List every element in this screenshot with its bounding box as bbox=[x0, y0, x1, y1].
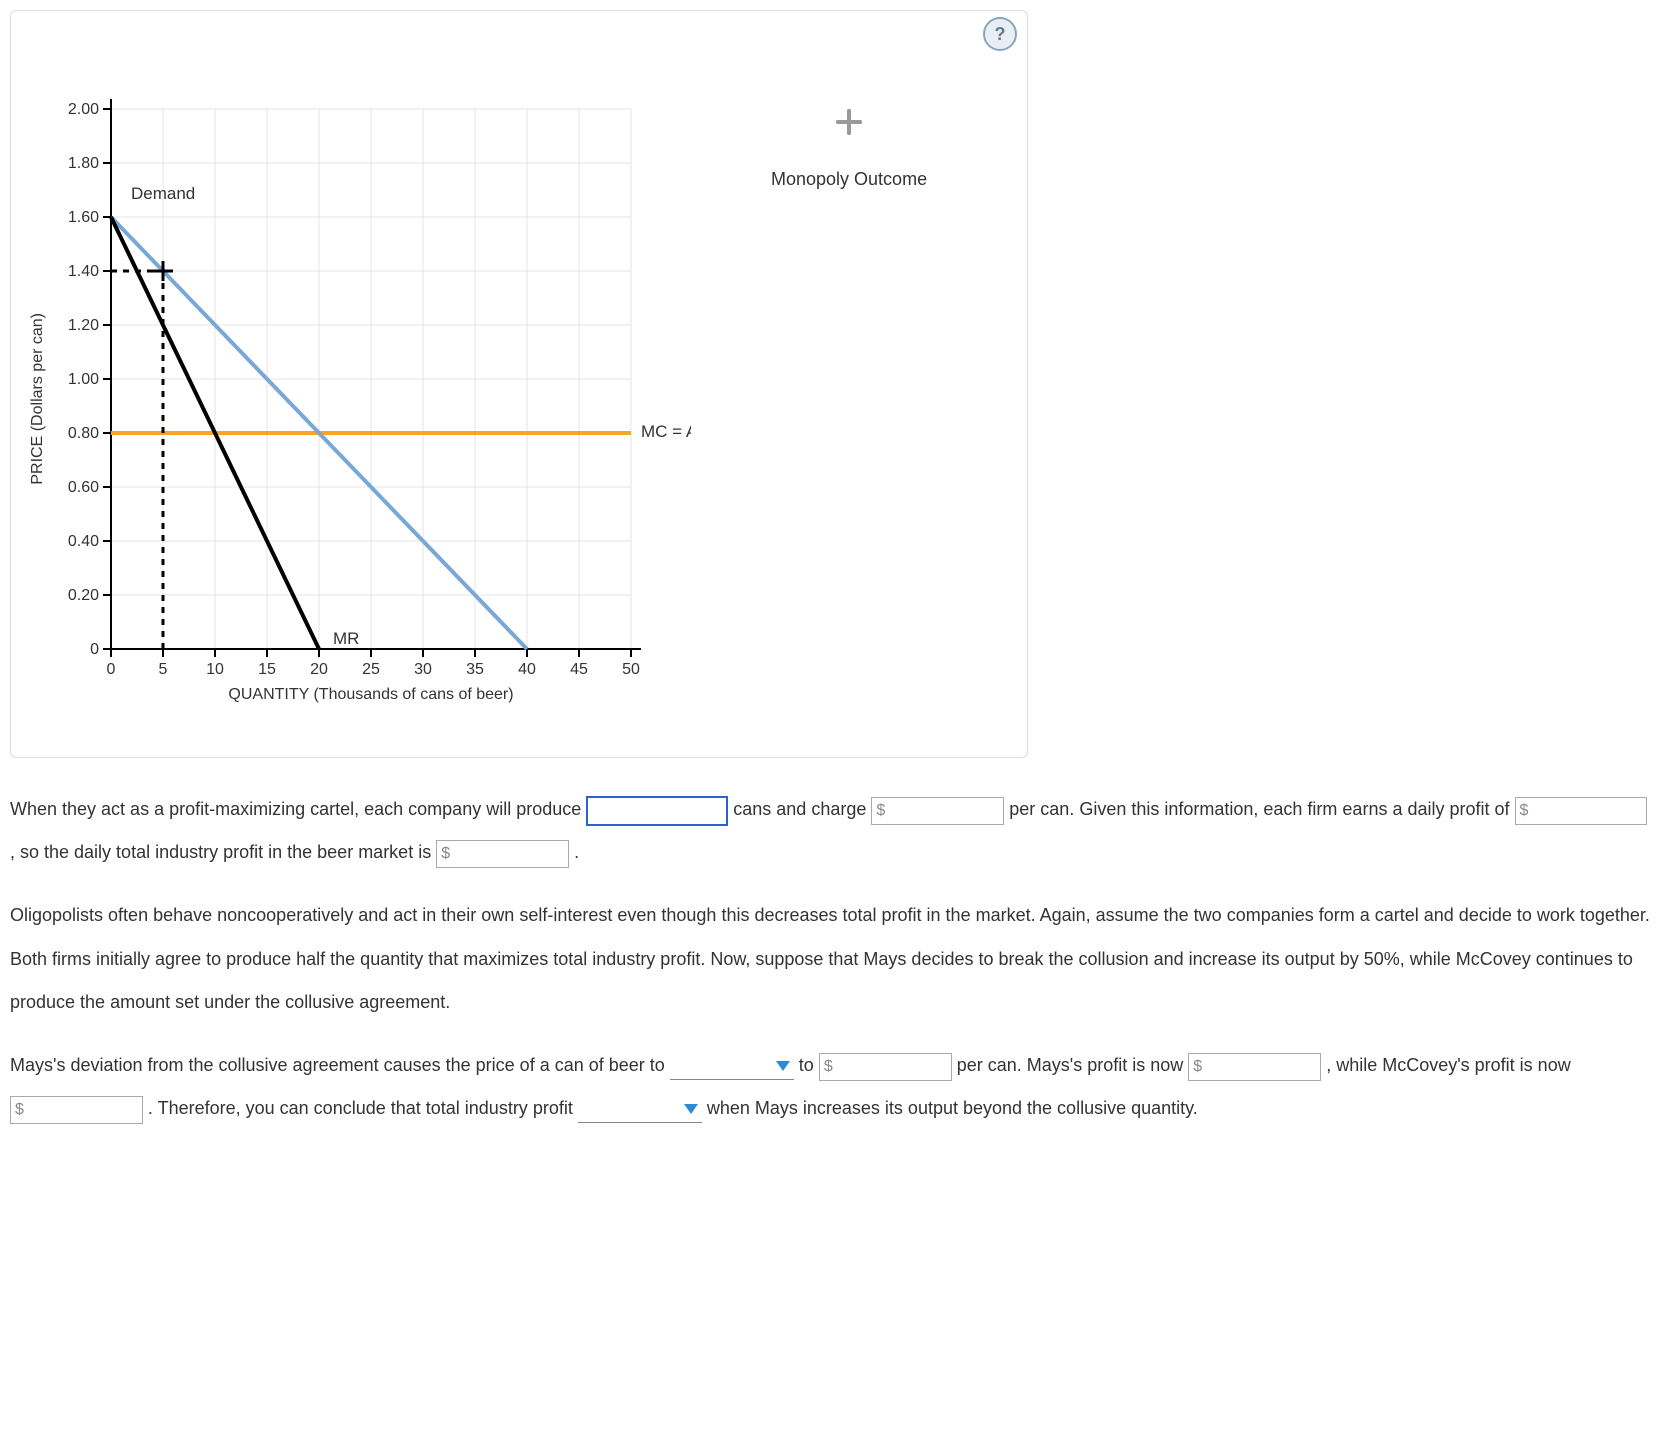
legend: Monopoly Outcome bbox=[771, 109, 927, 190]
x-axis-label: QUANTITY (Thousands of cans of beer) bbox=[228, 686, 513, 703]
xtick: 20 bbox=[310, 661, 328, 678]
xtick: 0 bbox=[107, 661, 116, 678]
xtick: 35 bbox=[466, 661, 484, 678]
dollar-icon: $ bbox=[820, 1048, 837, 1086]
y-axis-label: PRICE (Dollars per can) bbox=[29, 313, 47, 485]
chart-svg: 0 5 10 15 20 25 30 35 40 45 50 0 0.20 0.… bbox=[51, 79, 691, 719]
xtick: 15 bbox=[258, 661, 276, 678]
mays-profit-input-wrap[interactable]: $ bbox=[1188, 1053, 1321, 1081]
demand-label: Demand bbox=[131, 184, 195, 203]
q2-text-e: . Therefore, you can conclude that total… bbox=[148, 1098, 578, 1118]
dollar-icon: $ bbox=[1189, 1048, 1206, 1086]
dollar-icon: $ bbox=[872, 792, 889, 830]
ytick: 0.60 bbox=[68, 479, 99, 496]
ytick: 0 bbox=[90, 641, 99, 658]
total-profit-direction-dropdown[interactable] bbox=[578, 1096, 702, 1123]
question-2: Mays's deviation from the collusive agre… bbox=[10, 1044, 1650, 1130]
industry-profit-input[interactable] bbox=[454, 841, 568, 867]
help-button[interactable]: ? bbox=[983, 17, 1017, 51]
ytick: 2.00 bbox=[68, 101, 99, 118]
q1-text-c: per can. Given this information, each fi… bbox=[1009, 799, 1514, 819]
q1-text-b: cans and charge bbox=[733, 799, 871, 819]
mccovey-profit-input-wrap[interactable]: $ bbox=[10, 1096, 143, 1124]
mc-atc-label: MC = ATC bbox=[641, 422, 691, 441]
paragraph-2: Oligopolists often behave noncooperative… bbox=[10, 894, 1650, 1024]
ytick: 1.60 bbox=[68, 209, 99, 226]
industry-profit-input-wrap[interactable]: $ bbox=[436, 840, 569, 868]
xtick: 45 bbox=[570, 661, 588, 678]
q1-text-a: When they act as a profit-maximizing car… bbox=[10, 799, 586, 819]
question-body: When they act as a profit-maximizing car… bbox=[10, 788, 1650, 1130]
new-price-input-wrap[interactable]: $ bbox=[819, 1053, 952, 1081]
q2-text-d: , while McCovey's profit is now bbox=[1326, 1055, 1571, 1075]
new-price-input[interactable] bbox=[837, 1054, 951, 1080]
ytick: 1.20 bbox=[68, 317, 99, 334]
ytick: 0.40 bbox=[68, 533, 99, 550]
xtick: 50 bbox=[622, 661, 640, 678]
ytick: 0.80 bbox=[68, 425, 99, 442]
firm-profit-input[interactable] bbox=[1532, 798, 1646, 824]
xtick: 40 bbox=[518, 661, 536, 678]
help-icon: ? bbox=[995, 24, 1006, 45]
q2-text-a: Mays's deviation from the collusive agre… bbox=[10, 1055, 670, 1075]
dollar-icon: $ bbox=[1516, 792, 1533, 830]
dollar-icon: $ bbox=[11, 1091, 28, 1129]
dollar-icon: $ bbox=[437, 835, 454, 873]
xtick: 5 bbox=[159, 661, 168, 678]
ytick: 1.00 bbox=[68, 371, 99, 388]
mr-label: MR bbox=[333, 629, 359, 648]
chart-row: PRICE (Dollars per can) bbox=[19, 79, 1019, 749]
cartel-price-input-wrap[interactable]: $ bbox=[871, 797, 1004, 825]
mays-profit-input[interactable] bbox=[1206, 1054, 1320, 1080]
xtick: 10 bbox=[206, 661, 224, 678]
question-1: When they act as a profit-maximizing car… bbox=[10, 788, 1650, 874]
ytick: 0.20 bbox=[68, 587, 99, 604]
price-direction-dropdown[interactable] bbox=[670, 1053, 794, 1080]
legend-text: Monopoly Outcome bbox=[771, 169, 927, 189]
chart-block: PRICE (Dollars per can) bbox=[29, 79, 691, 719]
q1-text-d: , so the daily total industry profit in … bbox=[10, 842, 436, 862]
q2-text-b: to bbox=[799, 1055, 819, 1075]
legend-marker-icon[interactable] bbox=[771, 109, 927, 139]
q2-text-c: per can. Mays's profit is now bbox=[957, 1055, 1189, 1075]
cartel-quantity-input[interactable] bbox=[586, 796, 728, 826]
xtick: 30 bbox=[414, 661, 432, 678]
q1-text-e: . bbox=[574, 842, 579, 862]
ytick: 1.80 bbox=[68, 155, 99, 172]
chart-panel: ? PRICE (Dollars per can) bbox=[10, 10, 1028, 758]
mccovey-profit-input[interactable] bbox=[28, 1097, 142, 1123]
ytick: 1.40 bbox=[68, 263, 99, 280]
cartel-price-input[interactable] bbox=[889, 798, 1003, 824]
xtick: 25 bbox=[362, 661, 380, 678]
q2-text-f: when Mays increases its output beyond th… bbox=[707, 1098, 1198, 1118]
firm-profit-input-wrap[interactable]: $ bbox=[1515, 797, 1648, 825]
